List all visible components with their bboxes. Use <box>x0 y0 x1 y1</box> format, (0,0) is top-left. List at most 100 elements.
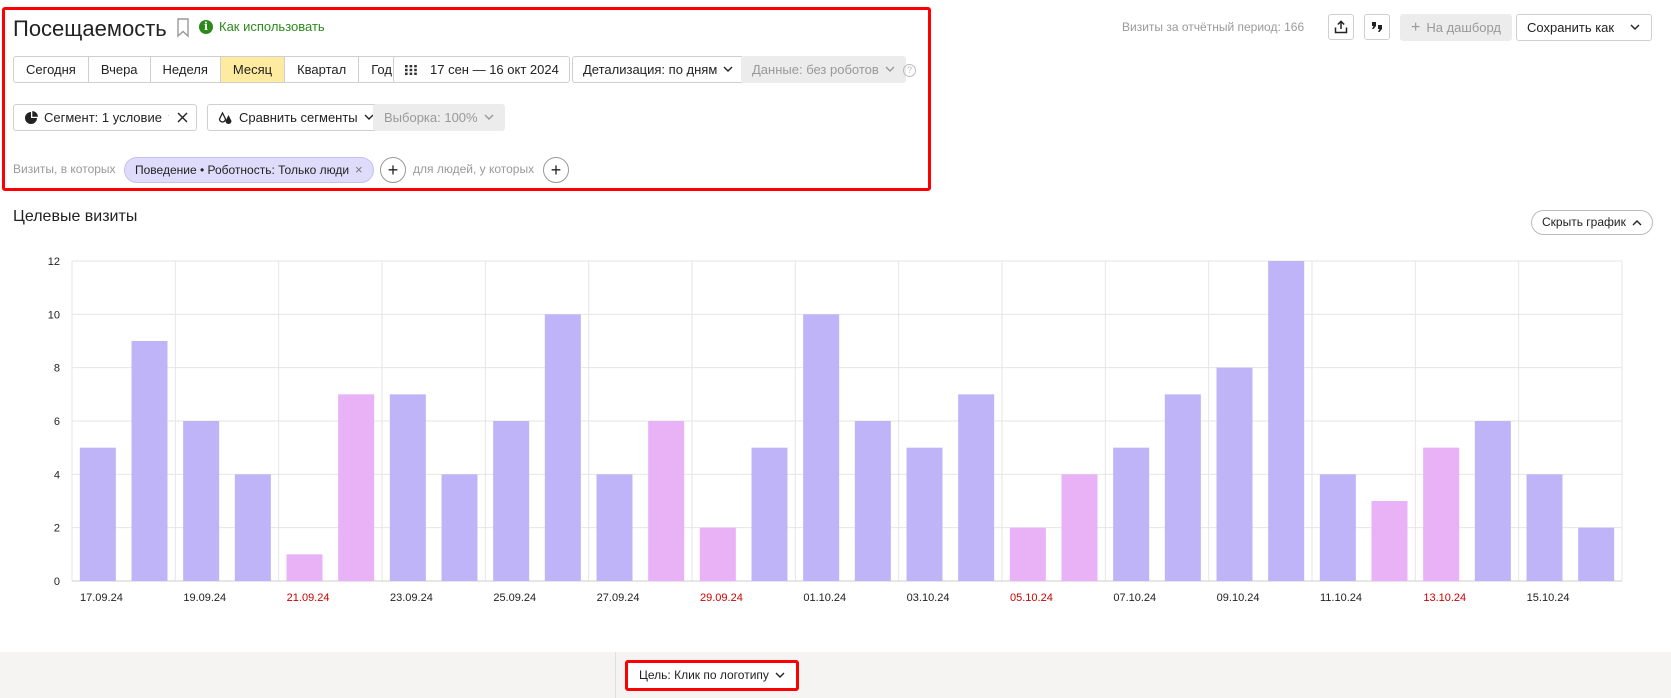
add-visit-condition-button[interactable]: + <box>380 157 406 183</box>
save-as-dropdown[interactable] <box>1619 14 1652 41</box>
quote-button[interactable] <box>1364 14 1390 40</box>
bar[interactable] <box>1216 367 1253 581</box>
info-icon: i <box>199 19 213 34</box>
add-people-condition-button[interactable]: + <box>543 157 569 183</box>
segment-dropdown[interactable]: Сегмент: 1 условие <box>13 104 189 131</box>
add-to-dashboard-label: На дашборд <box>1426 20 1502 35</box>
chevron-up-icon <box>1632 220 1642 226</box>
bar[interactable] <box>596 474 633 581</box>
bar[interactable] <box>751 447 788 581</box>
bookmark-icon[interactable] <box>176 18 190 38</box>
compare-segments-label: Сравнить сегменты <box>239 110 358 125</box>
bar[interactable] <box>441 474 478 581</box>
pie-chart-icon <box>25 110 38 124</box>
share-icon <box>1334 20 1348 34</box>
calendar-icon <box>405 64 417 75</box>
bar-chart: 0 2 4 6 8 10 12 17.09.24 19.09.24 21.09.24 23.09.2… <box>48 256 1623 604</box>
chevron-down-icon <box>484 114 494 120</box>
x-tick-label: 11.10.24 <box>1320 592 1362 604</box>
date-range-button[interactable]: 17 сен — 16 окт 2024 <box>393 56 570 83</box>
how-to-use-label: Как использовать <box>219 19 325 34</box>
add-to-dashboard-button[interactable]: + На дашборд <box>1400 14 1513 41</box>
bar[interactable] <box>906 447 943 581</box>
x-tick-label: 23.09.24 <box>390 592 433 604</box>
x-tick-label: 05.10.24 <box>1010 592 1053 604</box>
x-tick-label: 07.10.24 <box>1113 592 1156 604</box>
segment-label: Сегмент: 1 условие <box>44 110 162 125</box>
bar[interactable] <box>1268 261 1305 581</box>
bar[interactable] <box>183 421 220 581</box>
bar[interactable] <box>1423 447 1460 581</box>
goal-label: Цель: Клик по логотипу <box>639 668 769 682</box>
x-tick-label: 27.09.24 <box>597 592 640 604</box>
bar[interactable] <box>803 314 840 581</box>
goal-dropdown[interactable]: Цель: Клик по логотипу <box>625 660 799 691</box>
hide-chart-button[interactable]: Скрыть график <box>1531 210 1653 235</box>
y-tick-label: 6 <box>54 416 60 428</box>
data-filter-dropdown[interactable]: Данные: без роботов <box>741 56 906 83</box>
compare-segments-button[interactable]: Сравнить сегменты <box>207 104 385 131</box>
period-option[interactable]: Месяц <box>220 57 286 82</box>
bar[interactable] <box>1474 421 1511 581</box>
bar[interactable] <box>648 421 685 581</box>
x-tick-label: 29.09.24 <box>700 592 743 604</box>
x-tick-label: 01.10.24 <box>803 592 846 604</box>
close-icon <box>177 112 188 123</box>
clear-segment-button[interactable] <box>169 104 197 131</box>
plus-icon: + <box>1411 19 1421 36</box>
chevron-down-icon <box>1630 24 1640 30</box>
x-tick-label: 17.09.24 <box>80 592 123 604</box>
save-as-label: Сохранить как <box>1527 20 1615 35</box>
bar[interactable] <box>1009 527 1046 581</box>
footer-bar <box>0 652 1671 698</box>
y-tick-label: 12 <box>48 256 60 268</box>
export-button[interactable] <box>1328 14 1354 40</box>
bar[interactable] <box>699 527 736 581</box>
bar[interactable] <box>493 421 530 581</box>
bar[interactable] <box>234 474 271 581</box>
y-tick-label: 0 <box>54 576 60 588</box>
bar[interactable] <box>1164 394 1201 581</box>
bar[interactable] <box>1061 474 1098 581</box>
x-tick-label: 03.10.24 <box>907 592 950 604</box>
period-option[interactable]: Вчера <box>88 57 151 82</box>
plus-icon: + <box>550 160 562 180</box>
quote-icon <box>1372 22 1382 32</box>
bar[interactable] <box>131 341 168 581</box>
data-filter-label: Данные: без роботов <box>752 62 879 77</box>
section-title: Целевые визиты <box>13 208 138 225</box>
bar[interactable] <box>544 314 581 581</box>
x-tick-label: 25.09.24 <box>493 592 536 604</box>
how-to-use-link[interactable]: i Как использовать <box>199 19 325 34</box>
page-title: Посещаемость <box>13 16 167 41</box>
people-filter-label: для людей, у которых <box>413 162 535 176</box>
detail-dropdown[interactable]: Детализация: по дням <box>572 56 745 83</box>
bar[interactable] <box>958 394 995 581</box>
bar[interactable] <box>79 447 116 581</box>
filter-chip[interactable]: Поведение • Роботность: Только люди × <box>124 157 374 183</box>
sample-dropdown[interactable]: Выборка: 100% <box>373 104 505 131</box>
bar[interactable] <box>1578 527 1615 581</box>
bar[interactable] <box>1319 474 1356 581</box>
help-icon[interactable]: ? <box>903 64 916 77</box>
period-option[interactable]: Неделя <box>150 57 221 82</box>
y-tick-label: 8 <box>54 363 60 375</box>
period-option[interactable]: Сегодня <box>14 57 89 82</box>
date-range-label: 17 сен — 16 окт 2024 <box>430 62 559 77</box>
chevron-down-icon <box>885 66 895 72</box>
sample-label: Выборка: 100% <box>384 110 478 125</box>
x-tick-label: 15.10.24 <box>1527 592 1570 604</box>
period-option[interactable]: Квартал <box>285 57 360 82</box>
bar[interactable] <box>1526 474 1563 581</box>
bar[interactable] <box>389 394 426 581</box>
bar[interactable] <box>286 554 323 581</box>
bar[interactable] <box>1371 501 1408 581</box>
bar[interactable] <box>854 421 891 581</box>
visits-filter-label: Визиты, в которых <box>13 162 116 176</box>
chip-close-icon[interactable]: × <box>355 158 363 182</box>
hide-chart-label: Скрыть график <box>1542 215 1626 229</box>
bar[interactable] <box>1113 447 1150 581</box>
y-tick-label: 4 <box>54 469 60 481</box>
bar[interactable] <box>338 394 375 581</box>
save-as-button[interactable]: Сохранить как <box>1516 14 1626 41</box>
